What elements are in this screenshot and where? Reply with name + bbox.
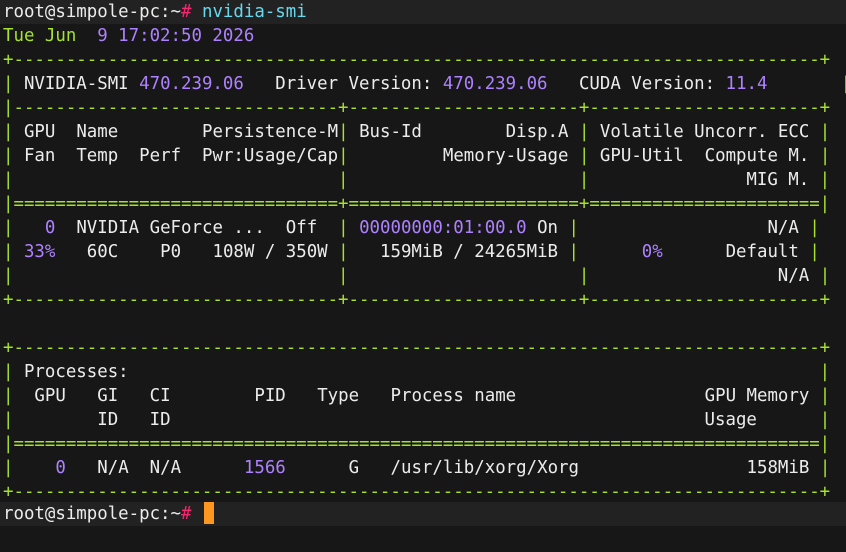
header-memory-usage: Memory-Usage [442,146,569,166]
header-pwr: Pwr:Usage/Cap [202,146,339,166]
prompt-user-host: root@simpole-pc:~ [3,2,181,22]
header-temp: Temp [76,146,119,166]
cuda-label: CUDA Version: [578,74,716,94]
proc-header-gpu: GPU [34,386,66,406]
gpu-name: NVIDIA GeForce ... [76,218,265,238]
gpu-util: 0% [641,242,663,262]
proc-header-pid: PID [254,386,286,406]
gpu-persistence: Off [285,218,318,238]
gpu-power: 108W / 350W [212,242,328,262]
gpu-temp: 60C [86,242,119,262]
active-prompt-user-host: root@simpole-pc:~ [3,504,181,524]
gpu-table-double-divider: |===============================+=======… [3,194,831,214]
proc-memory: 158MiB [746,458,810,478]
header-bus-id: Bus-Id [359,122,422,142]
gpu-perf: P0 [160,242,182,262]
header-volatile-ecc: Volatile Uncorr. ECC [599,122,810,142]
header-name: Name [76,122,119,142]
processes-title: Processes: [23,362,129,382]
process-header-row-2: | ID ID Usage | [3,410,831,430]
header-persistence: Persistence-M [201,122,339,142]
process-row: | 0 N/A N/A 1566 G /usr/lib/xorg/Xorg 15… [3,458,831,478]
gpu-mig-mode: N/A [777,266,810,286]
header-mig-m: MIG M. [746,170,810,190]
terminal-cursor[interactable] [203,502,214,524]
gpu-memory: 159MiB / 24265MiB [380,242,559,262]
gpu-header-row-2: | Fan Temp Perf Pwr:Usage/Cap| Memory-Us… [3,146,831,166]
process-table-border-bottom: +---------------------------------------… [3,482,831,502]
gpu-table-border-bottom: +-------------------------------+-------… [3,290,831,310]
header-compute-m: Compute M. [704,146,810,166]
header-gpu: GPU [23,122,56,142]
gpu-index: 0 [44,218,56,238]
driver-label: Driver Version: [275,74,433,94]
active-prompt-line[interactable]: root@simpole-pc:~# [3,502,214,526]
timestamp-line: Tue Jun 9 17:02:50 2026 [3,24,254,48]
proc-header-gi: GI [97,386,119,406]
proc-header-ci: CI [149,386,171,406]
gpu-bus-id: 00000000:01:00.0 [359,218,527,238]
proc-header-name: Process name [390,386,517,406]
proc-ci: N/A [149,458,182,478]
proc-header-gi-id: ID [97,410,119,430]
gpu-row-3: | | | N/A | [3,266,831,286]
prompt-symbol: # [181,2,192,22]
gpu-ecc: N/A [767,218,799,238]
header-perf: Perf [139,146,182,166]
gpu-disp-a: On [537,218,559,238]
proc-gpu: 0 [55,458,66,478]
proc-type: G [348,458,360,478]
gpu-table-border-top: +---------------------------------------… [3,50,831,70]
command-text: nvidia-smi [201,2,307,22]
process-title-row: | Processes: | [3,362,831,382]
header-fan: Fan [23,146,56,166]
process-table-double-divider: |=======================================… [3,434,831,454]
gpu-header-row-1: | GPU Name Persistence-M| Bus-Id Disp.A … [3,122,831,142]
proc-header-type: Type [317,386,360,406]
proc-header-gpu-memory: GPU Memory [704,386,810,406]
proc-pid: 1566 [243,458,286,478]
proc-header-usage: Usage [704,410,757,430]
header-gpu-util: GPU-Util [599,146,684,166]
proc-header-ci-id: ID [149,410,171,430]
gpu-compute-mode: Default [725,242,799,262]
smi-version: 470.239.06 [139,74,244,94]
cuda-version: 11.4 [725,74,768,94]
timestamp-day-month: Tue Jun [3,26,98,46]
gpu-header-row-3: | | | MIG M. | [3,170,831,190]
proc-gi: N/A [97,458,129,478]
prompt-line: root@simpole-pc:~# nvidia-smi [3,0,307,24]
process-table-border-top: +---------------------------------------… [3,338,831,358]
gpu-table-divider: |-------------------------------+-------… [3,98,831,118]
driver-version: 470.239.06 [442,74,548,94]
proc-name: /usr/lib/xorg/Xorg [390,458,579,478]
gpu-row-2: | 33% 60C P0 108W / 350W | 159MiB / 2426… [3,242,820,262]
timestamp-rest: 9 17:02:50 2026 [97,26,255,46]
active-prompt-symbol: # [181,504,192,524]
header-disp-a: Disp.A [505,122,569,142]
gpu-row-1: | 0 NVIDIA GeForce ... Off | 00000000:01… [3,218,820,238]
terminal-window[interactable]: root@simpole-pc:~# nvidia-smi Tue Jun 9 … [0,0,846,552]
gpu-table-version-row: | NVIDIA-SMI 470.239.06 Driver Version: … [3,74,846,94]
smi-label: NVIDIA-SMI [23,74,129,94]
gpu-fan: 33% [23,242,56,262]
process-header-row-1: | GPU GI CI PID Type Process name GPU Me… [3,386,831,406]
